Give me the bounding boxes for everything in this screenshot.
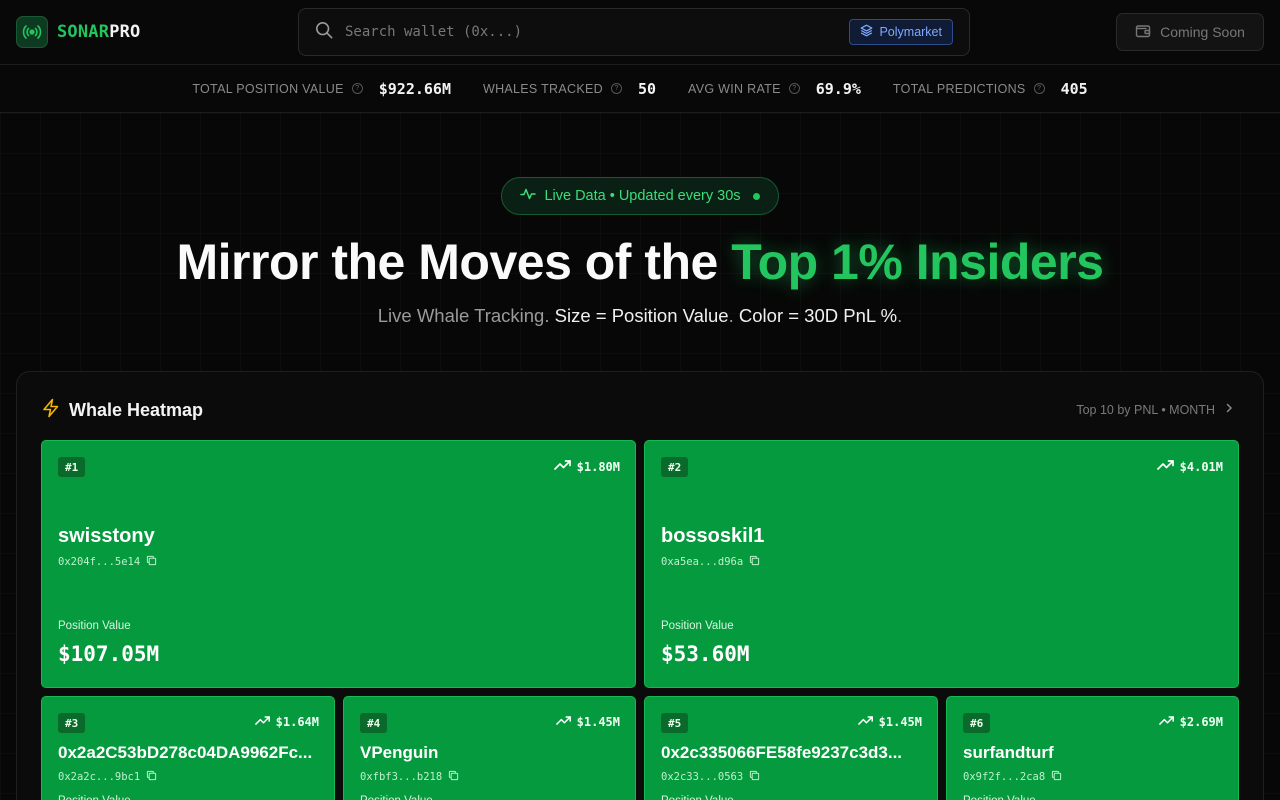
hero-title: Mirror the Moves of the Top 1% Insiders [176,234,1104,290]
whale-tile[interactable]: #3 $1.64M 0x2a2C53bD278c04DA9962Fc... 0x… [41,696,335,800]
whale-name: bossoskil1 [661,525,765,547]
rank-badge: #5 [661,713,689,733]
panel-header: Whale Heatmap [41,398,203,423]
search-input[interactable] [345,24,850,40]
whale-name: swisstony [58,525,155,547]
top-bar: SONARPRO Polymarket Coming Soon [0,0,1280,65]
position-value-label: Position Value [661,620,734,632]
rank-badge: #2 [661,457,689,477]
stat-total-position-value: TOTAL POSITION VALUE ? $922.66M [192,80,451,98]
whale-name: surfandturf [963,743,1054,762]
copy-icon[interactable] [146,770,157,784]
trending-up-icon [553,459,572,474]
search-icon [315,21,333,44]
position-value-label: Position Value [963,795,1036,800]
panel-title: Whale Heatmap [69,400,204,420]
position-value-label: Position Value [58,795,131,800]
hero-title-highlight: Top 1% Insiders [731,234,1104,290]
chevron-right-icon [1223,402,1235,417]
broadcast-icon [16,16,48,48]
layers-icon [860,24,873,40]
live-data-pill: Live Data • Updated every 30s [501,177,779,215]
wallet-address: 0x9f2f...2ca8 [963,770,1062,784]
stat-value: 69.9% [815,79,861,98]
logo[interactable]: SONARPRO [16,16,141,48]
info-icon[interactable]: ? [1033,83,1045,94]
pnl-value: $1.80M [553,459,620,474]
stats-bar: TOTAL POSITION VALUE ? $922.66M WHALES T… [0,65,1280,113]
copy-icon[interactable] [749,555,760,569]
brand-name: SONARPRO [57,22,141,42]
whale-name: 0x2c335066FE58fe9237c3d3... [661,743,903,762]
panel-filter-link[interactable]: Top 10 by PNL • MONTH [1076,402,1235,417]
whale-name: 0x2a2C53bD278c04DA9962Fc... [58,743,313,762]
info-icon[interactable]: ? [788,83,800,94]
wallet-address: 0xa5ea...d96a [661,555,760,569]
position-value-label: Position Value [360,795,433,800]
wallet-address: 0x2a2c...9bc1 [58,770,157,784]
coming-soon-label: Coming Soon [1160,24,1245,40]
panel-filter-label: Top 10 by PNL • MONTH [1076,402,1215,417]
stat-avg-win-rate: AVG WIN RATE ? 69.9% [688,80,861,98]
stat-label: TOTAL PREDICTIONS [892,81,1026,96]
trending-up-icon [555,715,572,729]
trending-up-icon [1156,459,1175,474]
stat-label: WHALES TRACKED [482,81,603,96]
pnl-value: $1.45M [555,715,620,729]
whale-name: VPenguin [360,743,439,762]
trending-up-icon [1158,715,1175,729]
whale-tile[interactable]: #1 $1.80M swisstony 0x204f...5e14 Positi… [41,440,636,688]
live-indicator-dot [752,192,760,200]
info-icon[interactable]: ? [610,83,622,94]
stat-value: 405 [1060,79,1088,98]
whale-tile[interactable]: #2 $4.01M bossoskil1 0xa5ea...d96a Posit… [644,440,1239,688]
position-value-label: Position Value [661,795,734,800]
stat-label: TOTAL POSITION VALUE [192,81,344,96]
platform-badge-label: Polymarket [879,25,942,39]
info-icon[interactable]: ? [351,83,363,94]
copy-icon[interactable] [749,770,760,784]
copy-icon[interactable] [1051,770,1062,784]
stat-total-predictions: TOTAL PREDICTIONS ? 405 [893,80,1088,98]
whale-tile[interactable]: #6 $2.69M surfandturf 0x9f2f...2ca8 Posi… [946,696,1239,800]
search-bar: Polymarket [298,8,970,56]
trending-up-icon [857,715,874,729]
copy-icon[interactable] [448,770,459,784]
activity-icon [520,186,537,206]
whale-tile[interactable]: #4 $1.45M VPenguin 0xfbf3...b218 Positio… [343,696,636,800]
copy-icon[interactable] [146,555,157,569]
rank-badge: #3 [58,713,86,733]
coming-soon-button[interactable]: Coming Soon [1116,13,1264,51]
pnl-value: $1.45M [857,715,922,729]
wallet-address: 0x204f...5e14 [58,555,157,569]
trending-up-icon [254,715,271,729]
rank-badge: #6 [963,713,991,733]
pnl-value: $1.64M [254,715,319,729]
pnl-value: $4.01M [1156,459,1223,474]
platform-badge[interactable]: Polymarket [849,19,953,45]
stat-value: 50 [637,79,657,98]
wallet-address: 0xfbf3...b218 [360,770,459,784]
wallet-address: 0x2c33...0563 [661,770,760,784]
stat-value: $922.66M [378,79,451,98]
wallet-icon [1135,23,1151,42]
stat-label: AVG WIN RATE [688,81,781,96]
stat-whales-tracked: WHALES TRACKED ? 50 [483,80,656,98]
live-data-label: Live Data • Updated every 30s [544,188,741,204]
pnl-value: $2.69M [1158,715,1223,729]
rank-badge: #4 [360,713,388,733]
whale-tile[interactable]: #5 $1.45M 0x2c335066FE58fe9237c3d3... 0x… [644,696,938,800]
position-value-label: Position Value [58,620,131,632]
lightning-icon [41,398,61,423]
position-value: $53.60M [661,642,750,666]
hero-subtitle: Live Whale Tracking. Size = Position Val… [377,305,903,326]
position-value: $107.05M [58,642,160,666]
rank-badge: #1 [58,457,86,477]
